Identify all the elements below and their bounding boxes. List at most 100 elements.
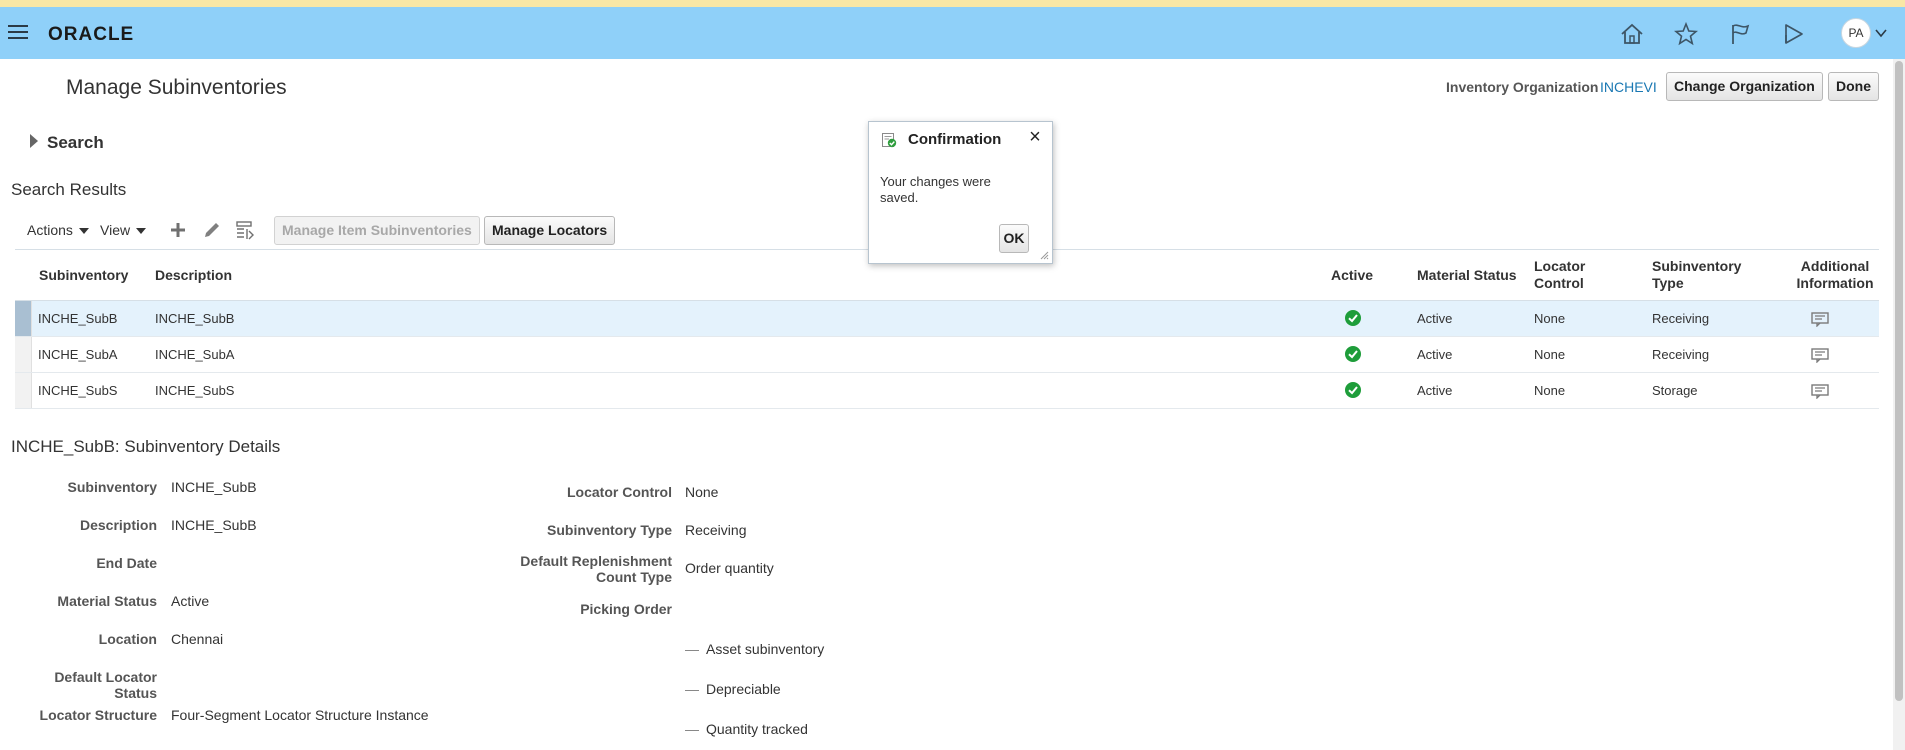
active-check-icon	[1345, 310, 1361, 326]
view-menu[interactable]: View	[100, 222, 147, 238]
additional-info-icon[interactable]	[1811, 347, 1829, 363]
column-header-additional-information[interactable]: Additional Information	[1780, 258, 1890, 292]
caret-down-icon	[78, 228, 89, 235]
manage-item-subinventories-button[interactable]: Manage Item Subinventories	[274, 216, 480, 245]
additional-info-icon[interactable]	[1811, 311, 1829, 327]
scrollbar-thumb[interactable]	[1895, 61, 1903, 701]
row-selector[interactable]	[15, 373, 32, 408]
table-row[interactable]: INCHE_SubB INCHE_SubB Active None Receiv…	[15, 301, 1879, 337]
cell-locator-control: None	[1534, 347, 1566, 362]
row-selector[interactable]	[15, 337, 32, 372]
detail-label-subinventory-type: Subinventory Type	[547, 522, 672, 538]
cell-material-status: Active	[1417, 347, 1453, 362]
cell-description: INCHE_SubB	[155, 311, 235, 326]
freeze-columns-icon[interactable]	[234, 219, 256, 241]
label-line: Default Replenishment	[520, 553, 672, 569]
column-header-description[interactable]: Description	[155, 267, 232, 284]
unchecked-dash-icon	[685, 650, 699, 651]
confirmation-icon	[882, 133, 897, 148]
confirmation-dialog: Confirmation × Your changes were saved. …	[868, 121, 1053, 264]
dialog-title: Confirmation	[908, 131, 1002, 148]
detail-value-location: Chennai	[171, 631, 224, 647]
unchecked-dash-icon	[685, 730, 699, 731]
flag-icon[interactable]	[1726, 21, 1754, 47]
detail-value-subinventory-type: Receiving	[685, 522, 747, 538]
search-section-toggle[interactable]: Search	[47, 133, 104, 153]
cell-subinventory: INCHE_SubA	[38, 347, 118, 362]
close-icon[interactable]: ×	[1026, 127, 1044, 147]
detail-label-replenishment-count-type: Default Replenishment Count Type	[480, 553, 672, 585]
detail-label-locator-structure: Locator Structure	[39, 707, 157, 723]
manage-locators-button[interactable]: Manage Locators	[484, 216, 616, 245]
inventory-org-label: Inventory Organization	[1446, 79, 1599, 95]
dialog-message: Your changes were saved.	[880, 174, 991, 205]
change-organization-button[interactable]: Change Organization	[1666, 72, 1823, 101]
done-button[interactable]: Done	[1828, 72, 1879, 101]
header-line: Information	[1796, 275, 1874, 291]
cell-subinventory: INCHE_SubB	[38, 311, 118, 326]
detail-label-location: Location	[98, 631, 157, 647]
column-header-material-status[interactable]: Material Status	[1417, 267, 1517, 284]
detail-asset-subinventory: Asset subinventory	[706, 641, 825, 657]
inventory-org-link[interactable]: INCHEVI	[1600, 79, 1657, 95]
ok-button[interactable]: OK	[999, 224, 1029, 253]
column-header-subinventory-type[interactable]: Subinventory Type	[1652, 258, 1741, 292]
star-icon[interactable]	[1672, 21, 1700, 47]
details-title: INCHE_SubB: Subinventory Details	[11, 437, 281, 456]
detail-depreciable: Depreciable	[706, 681, 781, 697]
cell-material-status: Active	[1417, 311, 1453, 326]
notification-icon[interactable]	[1780, 21, 1808, 47]
column-header-subinventory[interactable]: Subinventory	[39, 267, 128, 284]
unchecked-dash-icon	[685, 690, 699, 691]
detail-value-locator-structure: Four-Segment Locator Structure Instance	[171, 707, 429, 723]
actions-label: Actions	[27, 222, 73, 238]
chevron-down-icon[interactable]	[1874, 26, 1888, 40]
global-header: ORACLE PA	[0, 7, 1905, 59]
label-line: Count Type	[596, 569, 672, 585]
header-line: Locator	[1534, 258, 1586, 274]
edit-icon[interactable]	[201, 219, 223, 241]
column-header-locator-control[interactable]: Locator Control	[1534, 258, 1585, 292]
cell-description: INCHE_SubS	[155, 383, 235, 398]
detail-label-subinventory: Subinventory	[67, 479, 157, 495]
detail-value-material-status: Active	[171, 593, 210, 609]
cell-subinventory: INCHE_SubS	[38, 383, 118, 398]
table-row[interactable]: INCHE_SubS INCHE_SubS Active None Storag…	[15, 373, 1879, 409]
cell-description: INCHE_SubA	[155, 347, 235, 362]
caret-down-icon	[136, 228, 147, 235]
detail-label-picking-order: Picking Order	[580, 601, 672, 617]
add-icon[interactable]	[167, 219, 189, 241]
detail-value-description: INCHE_SubB	[171, 517, 257, 533]
cell-material-status: Active	[1417, 383, 1453, 398]
column-header-active[interactable]: Active	[1331, 267, 1373, 284]
avatar[interactable]: PA	[1841, 18, 1871, 48]
header-line: Subinventory	[1652, 258, 1742, 274]
header-line: Additional	[1800, 258, 1870, 274]
actions-menu[interactable]: Actions	[27, 222, 89, 238]
detail-value-replenishment-count-type: Order quantity	[685, 560, 774, 576]
menu-icon[interactable]	[8, 25, 28, 41]
cell-subinventory-type: Receiving	[1652, 347, 1710, 362]
detail-label-description: Description	[79, 517, 157, 533]
detail-value-locator-control: None	[685, 484, 719, 500]
search-results-title: Search Results	[11, 180, 127, 199]
additional-info-icon[interactable]	[1811, 383, 1829, 399]
view-label: View	[100, 222, 131, 238]
detail-label-end-date: End Date	[96, 555, 157, 571]
home-icon[interactable]	[1618, 21, 1646, 47]
active-check-icon	[1345, 346, 1361, 362]
active-check-icon	[1345, 382, 1361, 398]
vertical-scrollbar[interactable]	[1893, 59, 1905, 750]
resize-grip-icon[interactable]	[1039, 250, 1049, 260]
expand-search-icon[interactable]	[30, 134, 38, 148]
header-line: Type	[1652, 275, 1684, 291]
notification-strip	[0, 0, 1905, 7]
cell-locator-control: None	[1534, 311, 1566, 326]
cell-subinventory-type: Storage	[1652, 383, 1698, 398]
detail-label-default-locator-status: Default Locator Status	[54, 669, 157, 701]
cell-locator-control: None	[1534, 383, 1566, 398]
header-line: Control	[1534, 275, 1584, 291]
cell-subinventory-type: Receiving	[1652, 311, 1710, 326]
row-selector[interactable]	[15, 301, 32, 336]
table-row[interactable]: INCHE_SubA INCHE_SubA Active None Receiv…	[15, 337, 1879, 373]
